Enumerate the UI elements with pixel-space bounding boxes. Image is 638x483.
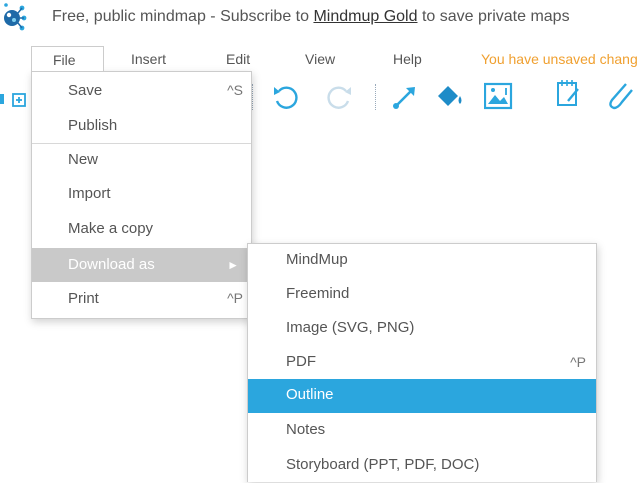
menu-item-shortcut: ^S	[227, 82, 243, 98]
toolbar-divider	[252, 84, 253, 110]
banner-prefix: Free, public mindmap - Subscribe to	[52, 8, 314, 25]
menu-item-label: Import	[68, 185, 111, 202]
download-item-label: Outline	[286, 386, 334, 403]
menu-item-label: Publish	[68, 117, 118, 134]
mindmup-logo-icon[interactable]	[0, 2, 28, 34]
top-banner: Free, public mindmap - Subscribe to Mind…	[0, 0, 638, 38]
menu-item-import[interactable]: Import	[32, 177, 251, 211]
menu-item-make-a-copy[interactable]: Make a copy	[32, 212, 251, 246]
banner-suffix: to save private maps	[417, 8, 570, 25]
file-menu-dropdown: Save ^S Publish New Import Make a copy Do…	[31, 71, 252, 319]
menu-item-label: Download as	[68, 256, 155, 273]
download-item-label: Freemind	[286, 285, 350, 302]
menu-file-label: File	[53, 52, 76, 68]
download-item-outline[interactable]: Outline	[248, 379, 596, 413]
menu-item-label: Make a copy	[68, 220, 154, 237]
menu-item-shortcut: ^P	[227, 290, 243, 306]
connector-icon[interactable]	[392, 84, 418, 110]
download-item-storyboard[interactable]: Storyboard (PPT, PDF, DOC)	[248, 449, 596, 483]
menu-insert[interactable]: Insert	[131, 51, 166, 67]
menu-item-save[interactable]: Save ^S	[32, 74, 251, 108]
redo-icon[interactable]	[326, 81, 354, 111]
download-item-shortcut: ^P	[570, 354, 586, 370]
download-item-notes[interactable]: Notes	[248, 414, 596, 448]
menu-item-publish[interactable]: Publish	[32, 109, 251, 143]
download-item-label: Notes	[286, 421, 326, 438]
menu-help[interactable]: Help	[393, 51, 422, 67]
download-item-label: Image (SVG, PNG)	[286, 319, 415, 336]
menu-item-download-as[interactable]: Download as ►	[32, 248, 251, 282]
menu-item-label: Print	[68, 290, 99, 307]
unsaved-changes-notice: You have unsaved changes	[481, 51, 638, 67]
download-item-freemind[interactable]: Freemind	[248, 278, 596, 312]
menu-item-label: New	[68, 151, 99, 168]
download-item-label: PDF	[286, 353, 316, 370]
download-item-label: Storyboard (PPT, PDF, DOC)	[286, 456, 480, 473]
download-item-pdf[interactable]: PDF ^P	[248, 346, 596, 380]
menu-item-label: Save	[68, 82, 103, 99]
add-node-icon[interactable]	[12, 93, 26, 107]
menu-item-print[interactable]: Print ^P	[32, 282, 251, 316]
download-item-mindmup[interactable]: MindMup	[248, 244, 596, 278]
toolbar-divider	[375, 84, 376, 110]
banner-message: Free, public mindmap - Subscribe to Mind…	[52, 8, 570, 26]
mindmup-gold-link[interactable]: Mindmup Gold	[313, 8, 417, 25]
submenu-arrow-icon: ►	[227, 258, 239, 272]
menu-view[interactable]: View	[305, 51, 335, 67]
notes-icon[interactable]	[556, 79, 582, 109]
menu-item-new[interactable]: New	[32, 143, 251, 177]
paint-bucket-icon[interactable]	[434, 82, 466, 110]
image-icon[interactable]	[484, 82, 514, 110]
menu-bar: File Insert Edit View Help You have unsa…	[0, 46, 638, 74]
menu-edit[interactable]: Edit	[226, 51, 250, 67]
attachment-icon[interactable]	[604, 80, 638, 112]
download-item-image[interactable]: Image (SVG, PNG)	[248, 312, 596, 346]
download-as-submenu: MindMup Freemind Image (SVG, PNG) PDF ^P …	[247, 243, 597, 482]
menu-file[interactable]: File	[31, 46, 104, 71]
undo-icon[interactable]	[271, 81, 299, 111]
expand-icon[interactable]	[0, 93, 6, 105]
download-item-label: MindMup	[286, 251, 348, 268]
